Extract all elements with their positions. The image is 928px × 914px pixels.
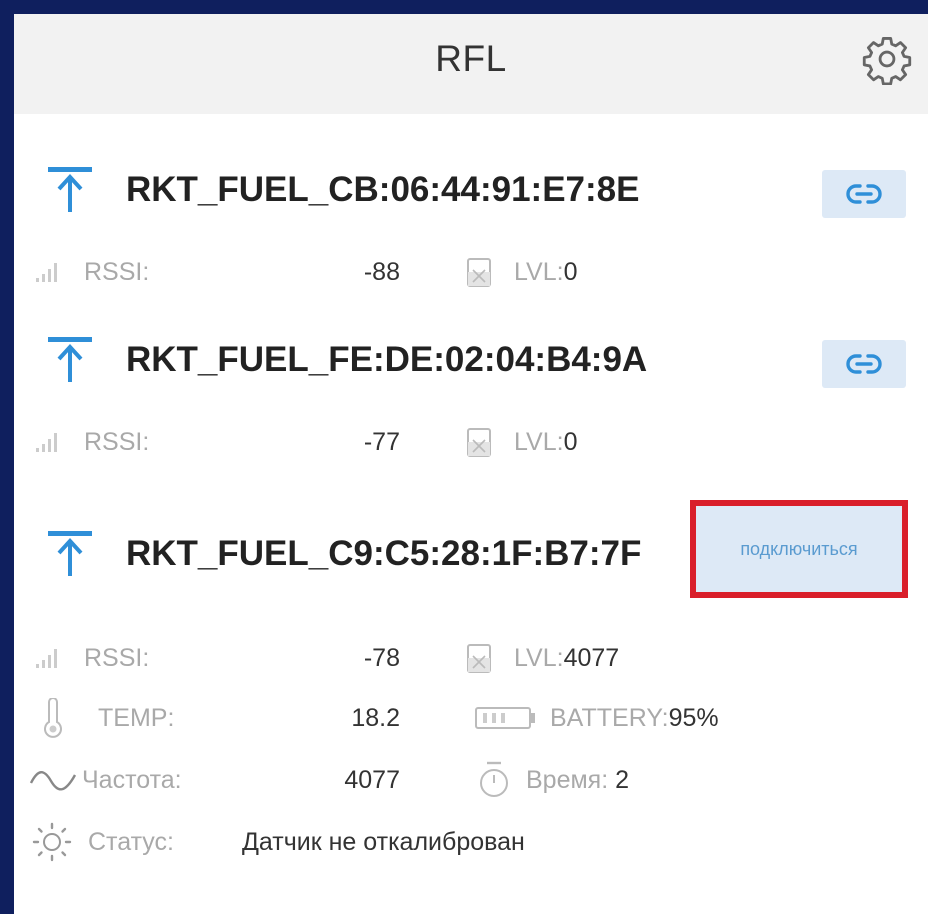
status-value: Датчик не откалиброван <box>242 828 525 856</box>
temp-battery-row: TEMP: 18.2 BATTERY:95% <box>14 694 928 742</box>
time-value: 2 <box>615 766 630 794</box>
freq-label: Частота: <box>82 766 182 794</box>
lvl-value: 0 <box>563 428 578 456</box>
rssi-lvl-row: RSSI: -78 LVL:4077 <box>14 634 928 682</box>
lvl-text: LVL:4077 <box>514 644 619 673</box>
upload-icon <box>48 531 92 576</box>
tank-icon <box>466 634 492 682</box>
gear-icon <box>862 37 912 85</box>
time-label: Время: <box>526 766 609 794</box>
settings-button[interactable] <box>856 28 918 90</box>
device-name: RKT_FUEL_CB:06:44:91:E7:8E <box>126 170 640 209</box>
rssi-lvl-row: RSSI: -77 LVL:0 <box>14 418 928 466</box>
device-name: RKT_FUEL_FE:DE:02:04:B4:9A <box>126 340 648 379</box>
rssi-label: RSSI: <box>84 258 150 286</box>
connect-label: подключиться <box>740 538 858 559</box>
time-text: Время: 2 <box>526 766 629 795</box>
sun-icon <box>28 818 76 866</box>
app-title: RFL <box>435 38 507 79</box>
tank-icon <box>466 248 492 296</box>
upload-icon <box>48 337 92 382</box>
app-header: RFL <box>14 14 928 114</box>
tank-icon <box>466 418 492 466</box>
rssi-label: RSSI: <box>84 428 150 456</box>
link-icon <box>846 184 882 204</box>
battery-text: BATTERY:95% <box>550 704 719 733</box>
lvl-label: LVL: <box>514 428 564 456</box>
timer-icon <box>478 756 510 804</box>
battery-label: BATTERY: <box>550 704 669 732</box>
lvl-text: LVL:0 <box>514 428 577 457</box>
signal-icon <box>34 634 60 682</box>
signal-icon <box>34 418 60 466</box>
status-row: Статус: Датчик не откалиброван <box>14 818 928 866</box>
upload-icon <box>48 167 92 212</box>
rssi-value: -78 <box>363 644 400 672</box>
rssi-label: RSSI: <box>84 644 150 672</box>
freq-value: 4077 <box>344 766 400 794</box>
freq-time-row: Частота: 4077 Время: 2 <box>14 756 928 804</box>
temp-value: 18.2 <box>351 704 400 732</box>
battery-icon <box>474 694 538 742</box>
lvl-label: LVL: <box>514 644 564 672</box>
rssi-value: -88 <box>363 258 400 286</box>
wave-icon <box>28 756 78 804</box>
link-button[interactable] <box>822 340 906 388</box>
link-icon <box>846 354 882 374</box>
temp-label: TEMP: <box>98 704 175 732</box>
signal-icon <box>34 248 60 296</box>
lvl-value: 4077 <box>563 644 620 672</box>
battery-value: 95% <box>668 704 719 732</box>
link-button[interactable] <box>822 170 906 218</box>
rssi-lvl-row: RSSI: -88 LVL:0 <box>14 248 928 296</box>
status-label: Статус: <box>88 828 174 856</box>
device-name: RKT_FUEL_C9:C5:28:1F:B7:7F <box>126 534 642 573</box>
lvl-text: LVL:0 <box>514 258 577 287</box>
thermometer-icon <box>40 694 66 742</box>
rssi-value: -77 <box>363 428 400 456</box>
lvl-value: 0 <box>563 258 578 286</box>
connect-button[interactable]: подключиться <box>690 500 908 598</box>
lvl-label: LVL: <box>514 258 564 286</box>
app-screen: RFL RKT_FUEL_CB:06:44:91:E7:8E RSSI: -88 <box>14 14 928 914</box>
